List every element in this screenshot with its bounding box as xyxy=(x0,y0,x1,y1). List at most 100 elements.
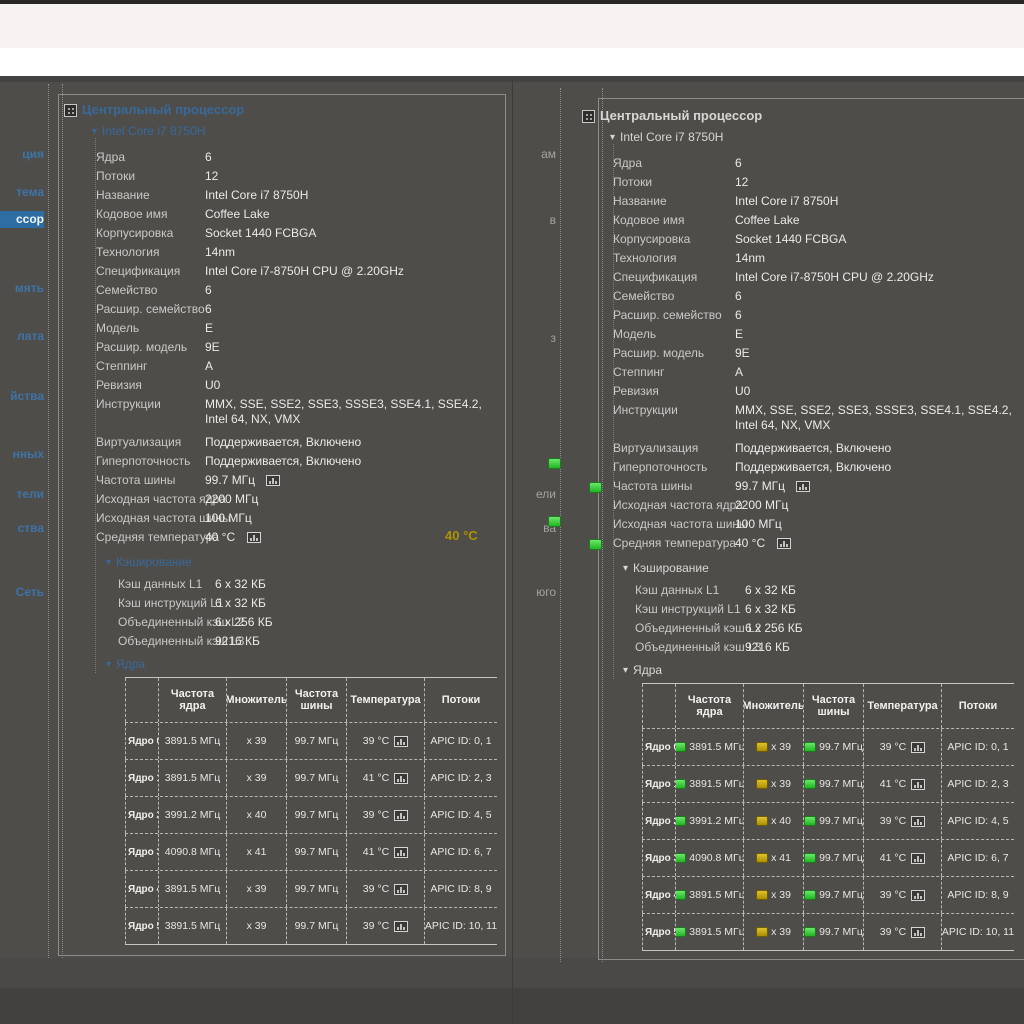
core-temp-cell: 39 °C xyxy=(864,729,942,765)
graph-toggle-icon[interactable] xyxy=(777,538,791,549)
cell-value: APIC ID: 2, 3 xyxy=(430,772,491,784)
core-multiplier-cell: x 39 xyxy=(744,877,804,913)
core-multiplier-cell: x 39 xyxy=(744,766,804,802)
status-led-icon xyxy=(804,742,816,752)
field-value: Поддерживается, Включено xyxy=(735,460,891,474)
graph-toggle-icon[interactable] xyxy=(911,927,925,938)
cell-value: 3991.2 МГц xyxy=(689,815,744,827)
cell-value: Ядро 2 xyxy=(645,816,676,827)
field-value: 6 x 256 КБ xyxy=(745,621,803,635)
cell-value: x 39 xyxy=(247,772,267,784)
cell-value: 99.7 МГц xyxy=(819,778,863,790)
tree-section-label: Кэширование xyxy=(116,555,192,569)
collapse-arrow-icon[interactable]: ▾ xyxy=(623,563,628,574)
cpu-tree-node[interactable]: ▾ Intel Core i7 8750H xyxy=(92,124,205,138)
tree-section-header[interactable]: ▾ Кэширование xyxy=(106,555,192,569)
collapse-arrow-icon[interactable]: ▾ xyxy=(92,126,97,137)
field-value: U0 xyxy=(735,384,750,398)
field-value: 12 xyxy=(735,175,748,189)
field-row: Степпинг A xyxy=(0,365,1024,384)
cell-value: 99.7 МГц xyxy=(819,815,863,827)
cpu-chip-icon xyxy=(64,104,77,117)
core-table-row: Ядро 5 3891.5 МГц x 39 99.7 МГц 39 °C AP… xyxy=(125,907,497,944)
core-bus-cell: 99.7 МГц xyxy=(804,914,864,950)
field-value: 6 xyxy=(735,289,742,303)
cell-value: Ядро 0 xyxy=(645,742,676,753)
graph-toggle-icon[interactable] xyxy=(394,810,408,821)
cell-value: 3891.5 МГц xyxy=(165,920,220,932)
field-value: 2200 МГц xyxy=(735,498,788,512)
core-name-cell: Ядро 4 xyxy=(125,871,159,907)
graph-toggle-icon[interactable] xyxy=(911,816,925,827)
core-temp-cell: 39 °C xyxy=(347,871,425,907)
tree-section-header[interactable]: ▾Ядра xyxy=(106,657,145,671)
core-speed-cell: 4090.8 МГц xyxy=(676,840,744,876)
cpu-chip-icon xyxy=(582,110,595,123)
status-led-icon xyxy=(804,779,816,789)
graph-toggle-icon[interactable] xyxy=(796,481,810,492)
core-bus-cell: 99.7 МГц xyxy=(287,760,347,796)
field-label: Расшир. семейство xyxy=(613,308,722,322)
tree-section-label: Кэширование xyxy=(633,561,709,575)
cell-value: 99.7 МГц xyxy=(295,735,339,747)
cell-value: x 39 xyxy=(771,889,791,901)
graph-toggle-icon[interactable] xyxy=(394,921,408,932)
cell-value: 99.7 МГц xyxy=(295,772,339,784)
core-threads-cell: Потоки xyxy=(942,684,1014,728)
top-white-strip xyxy=(0,48,1024,76)
core-name-cell xyxy=(125,678,159,722)
graph-toggle-icon[interactable] xyxy=(394,736,408,747)
cpu-name-label: Intel Core i7 8750H xyxy=(102,124,205,138)
collapse-arrow-icon[interactable]: ▾ xyxy=(106,557,111,568)
collapse-arrow-icon[interactable]: ▾ xyxy=(623,665,628,676)
core-multiplier-cell: x 39 xyxy=(227,760,287,796)
core-multiplier-cell: Множитель xyxy=(744,684,804,728)
field-value: E xyxy=(735,327,743,341)
core-threads-cell: APIC ID: 4, 5 xyxy=(425,797,497,833)
tree-section-header[interactable]: ▾ Кэширование xyxy=(623,561,709,575)
core-table-row: Ядро 0 3891.5 МГц x 39 99.7 МГц 39 °C AP… xyxy=(125,722,497,759)
field-label: Корпусировка xyxy=(613,232,690,246)
core-bus-cell: 99.7 МГц xyxy=(287,908,347,944)
field-row: Кодовое имя Coffee Lake xyxy=(0,213,1024,232)
core-table-row: Ядро 4 3891.5 МГц x 39 99.7 МГц 39 °C AP… xyxy=(642,876,1014,913)
graph-toggle-icon[interactable] xyxy=(394,773,408,784)
graph-toggle-icon[interactable] xyxy=(911,890,925,901)
core-table-row: Ядро 4 3891.5 МГц x 39 99.7 МГц 39 °C AP… xyxy=(125,870,497,907)
cell-value: x 40 xyxy=(771,815,791,827)
core-temp-cell: Температура xyxy=(864,684,942,728)
status-led-icon xyxy=(676,742,686,752)
cell-value: APIC ID: 6, 7 xyxy=(947,852,1008,864)
cell-value: 3891.5 МГц xyxy=(165,883,220,895)
cpu-tree-node[interactable]: ▾Intel Core i7 8750H xyxy=(610,130,723,144)
field-label: Кодовое имя xyxy=(613,213,684,227)
collapse-arrow-icon[interactable]: ▾ xyxy=(610,132,615,143)
core-bus-cell: 99.7 МГц xyxy=(804,803,864,839)
core-name-cell xyxy=(642,684,676,728)
field-label: Виртуализация xyxy=(613,441,698,455)
status-led-icon xyxy=(804,816,816,826)
field-label: Кэш инструкций L1 xyxy=(635,602,741,616)
graph-toggle-icon[interactable] xyxy=(911,742,925,753)
core-bus-cell: 99.7 МГц xyxy=(287,723,347,759)
status-led-icon xyxy=(756,890,768,900)
field-value: 6 x 32 КБ xyxy=(745,602,796,616)
core-temp-cell: 41 °C xyxy=(347,834,425,870)
cell-value: APIC ID: 4, 5 xyxy=(947,815,1008,827)
status-led-icon xyxy=(804,927,816,937)
graph-toggle-icon[interactable] xyxy=(394,847,408,858)
field-value: Socket 1440 FCBGA xyxy=(735,232,846,246)
core-multiplier-cell: x 39 xyxy=(227,871,287,907)
graph-toggle-icon[interactable] xyxy=(394,884,408,895)
status-led-icon xyxy=(589,482,602,493)
field-row: Средняя температура 40 °C xyxy=(0,536,1024,555)
core-table-row: Ядро 1 3891.5 МГц x 39 99.7 МГц 41 °C AP… xyxy=(642,765,1014,802)
cell-value: Ядро 5 xyxy=(128,921,159,932)
collapse-arrow-icon[interactable]: ▾ xyxy=(106,659,111,670)
core-name-cell: Ядро 3 xyxy=(642,840,676,876)
graph-toggle-icon[interactable] xyxy=(911,779,925,790)
graph-toggle-icon[interactable] xyxy=(911,853,925,864)
tree-section-header[interactable]: ▾Ядра xyxy=(623,663,662,677)
cell-value: APIC ID: 8, 9 xyxy=(430,883,491,895)
cell-value: Ядро 1 xyxy=(128,773,159,784)
